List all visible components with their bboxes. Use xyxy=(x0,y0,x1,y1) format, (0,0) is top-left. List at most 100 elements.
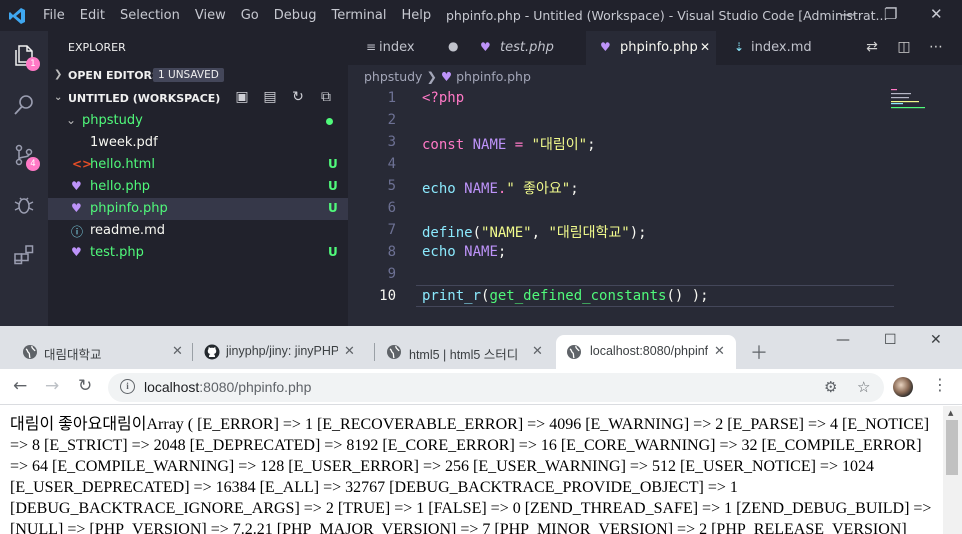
untracked-status: U xyxy=(328,201,338,215)
minimize-icon[interactable]: — xyxy=(836,332,850,348)
breadcrumb-file[interactable]: phpinfo.php xyxy=(456,69,531,84)
new-folder-icon[interactable]: ▤ xyxy=(256,89,284,105)
unsaved-badge: 1 UNSAVED xyxy=(153,68,224,82)
php-open-tag: <?php xyxy=(422,90,465,106)
menu-edit[interactable]: Edit xyxy=(80,8,105,23)
code-line-10: print_r(get_defined_constants() ); xyxy=(422,288,709,304)
chrome-menu-icon[interactable]: ⋮ xyxy=(932,375,948,394)
close-icon[interactable]: ✕ xyxy=(930,332,942,348)
function-name: define xyxy=(422,225,473,241)
close-icon[interactable]: ✕ xyxy=(930,5,943,23)
profile-avatar[interactable] xyxy=(893,377,913,397)
line-number: 9 xyxy=(387,266,396,282)
tab-label: index.md xyxy=(751,40,812,55)
tab-phpinfo-php[interactable]: ♥ phpinfo.php ✕ xyxy=(586,31,716,65)
code-line-7: define("NAME", "대림대학교"); xyxy=(422,222,647,242)
restore-icon[interactable]: ❐ xyxy=(884,5,897,23)
menu-view[interactable]: View xyxy=(195,8,226,23)
scroll-up-icon[interactable]: ▲ xyxy=(948,409,953,417)
file-label: hello.html xyxy=(90,157,155,172)
menu-help[interactable]: Help xyxy=(401,8,431,23)
page-scrollbar[interactable]: ▲ xyxy=(943,406,962,534)
page-content: 대림이 좋아요대림이Array ( [E_ERROR] => 1 [E_RECO… xyxy=(0,406,943,534)
code-line-8: echo NAME; xyxy=(422,244,506,260)
scrollbar-thumb[interactable] xyxy=(946,420,958,475)
split-editor-icon[interactable]: ◫ xyxy=(888,39,920,55)
extensions-icon[interactable] xyxy=(12,243,36,267)
file-label: readme.md xyxy=(90,223,165,238)
compare-changes-icon[interactable]: ⇄ xyxy=(856,39,888,55)
reload-icon[interactable]: ↻ xyxy=(78,376,92,396)
browser-tab-github[interactable]: jinyphp/jiny: jinyPHP ✕ xyxy=(194,335,374,369)
search-icon[interactable] xyxy=(12,93,36,117)
tree-item-test-php[interactable]: ♥ test.php U xyxy=(48,242,348,264)
open-editors-section[interactable]: ❯ OPEN EDITORS 1 UNSAVED xyxy=(48,65,348,87)
file-label: hello.php xyxy=(90,179,151,194)
untracked-status: U xyxy=(328,179,338,193)
breadcrumb-folder[interactable]: phpstudy xyxy=(364,69,422,84)
browser-tab-daelim[interactable]: 대림대학교 ✕ xyxy=(8,335,192,369)
debug-icon[interactable] xyxy=(12,193,36,217)
info-icon: ⓘ xyxy=(71,225,84,239)
close-tab-icon[interactable]: ✕ xyxy=(344,343,355,359)
tree-item-hello-html[interactable]: <> hello.html U xyxy=(48,154,348,176)
string-literal: "대림대학교" xyxy=(548,225,630,241)
chevron-down-icon: ⌄ xyxy=(54,92,63,103)
forward-arrow-icon[interactable]: → xyxy=(45,376,59,396)
collapse-all-icon[interactable]: ⧉ xyxy=(312,89,340,105)
untracked-status: U xyxy=(328,157,338,171)
breadcrumb: phpstudy ❯ ♥ phpinfo.php xyxy=(364,69,531,84)
close-tab-icon[interactable]: ✕ xyxy=(714,343,725,359)
code-line-5: echo NAME." 좋아요"; xyxy=(422,178,579,198)
site-info-icon[interactable]: i xyxy=(120,379,135,394)
close-tab-icon[interactable]: ✕ xyxy=(172,343,183,359)
tree-item-hello-php[interactable]: ♥ hello.php U xyxy=(48,176,348,198)
line-number: 1 xyxy=(387,90,396,106)
menu-terminal[interactable]: Terminal xyxy=(332,8,387,23)
close-tab-icon[interactable]: ✕ xyxy=(532,343,543,359)
back-arrow-icon[interactable]: ← xyxy=(13,376,27,396)
markdown-download-icon: ⇣ xyxy=(734,40,745,54)
tree-item-phpinfo-php[interactable]: ♥ phpinfo.php U xyxy=(48,198,348,220)
close-tab-icon[interactable]: ✕ xyxy=(700,40,710,54)
untracked-status: U xyxy=(328,245,338,259)
more-actions-icon[interactable]: ⋯ xyxy=(920,39,952,55)
browser-tab-html5[interactable]: html5 | html5 스터디 ✕ xyxy=(376,335,554,369)
tab-test-php[interactable]: ♥ test.php xyxy=(462,31,580,65)
new-file-icon[interactable]: ▣ xyxy=(228,89,256,105)
address-bar[interactable]: i localhost:8080/phpinfo.php ⚙ ☆ xyxy=(108,373,884,402)
tab-separator xyxy=(374,343,375,361)
tab-index-md[interactable]: ⇣ index.md xyxy=(720,31,840,65)
minimize-icon[interactable]: — xyxy=(840,5,855,23)
folder-phpstudy[interactable]: ⌄ phpstudy xyxy=(48,110,348,132)
tab-index[interactable]: ≡ index ● xyxy=(348,31,462,65)
workspace-actions: ▣ ▤ ↻ ⧉ xyxy=(228,89,340,105)
php-elephant-icon: ♥ xyxy=(71,201,82,215)
unsaved-dot-icon[interactable]: ● xyxy=(448,39,458,53)
minimap[interactable] xyxy=(891,87,931,117)
new-tab-icon[interactable]: ＋ xyxy=(750,339,768,365)
tree-item-readme-md[interactable]: ⓘ readme.md xyxy=(48,220,348,242)
punctuation: () ); xyxy=(666,288,709,304)
editor-tabs: ≡ index ● ♥ test.php ♥ phpinfo.php ✕ ⇣ i… xyxy=(348,31,962,65)
browser-tab-localhost[interactable]: localhost:8080/phpinfo ✕ xyxy=(556,335,736,369)
url-text[interactable]: localhost:8080/phpinfo.php xyxy=(144,379,311,395)
menu-debug[interactable]: Debug xyxy=(274,8,317,23)
punctuation: ; xyxy=(497,244,507,260)
maximize-icon[interactable]: ☐ xyxy=(884,332,897,348)
menu-go[interactable]: Go xyxy=(241,8,259,23)
workspace-section[interactable]: ⌄ UNTITLED (WORKSPACE) ▣ ▤ ↻ ⧉ xyxy=(48,88,348,110)
php-output-text: 대림이 좋아요대림이Array ( [E_ERROR] => 1 [E_RECO… xyxy=(10,416,932,534)
globe-icon xyxy=(567,345,581,359)
menu-selection[interactable]: Selection xyxy=(120,8,180,23)
bookmark-star-icon[interactable]: ☆ xyxy=(857,378,870,396)
punctuation: ; xyxy=(587,137,596,153)
menu-file[interactable]: File xyxy=(43,8,65,23)
browser-toolbar: ← → ↻ i localhost:8080/phpinfo.php ⚙ ☆ ⋮ xyxy=(0,369,962,405)
url-path: :8080/phpinfo.php xyxy=(199,379,312,395)
translate-icon[interactable]: ⚙ xyxy=(824,378,837,396)
tab-label: index xyxy=(379,40,415,55)
punctuation: ( xyxy=(472,225,482,241)
refresh-icon[interactable]: ↻ xyxy=(284,89,312,105)
tree-item-1week-pdf[interactable]: 1week.pdf xyxy=(48,132,348,154)
